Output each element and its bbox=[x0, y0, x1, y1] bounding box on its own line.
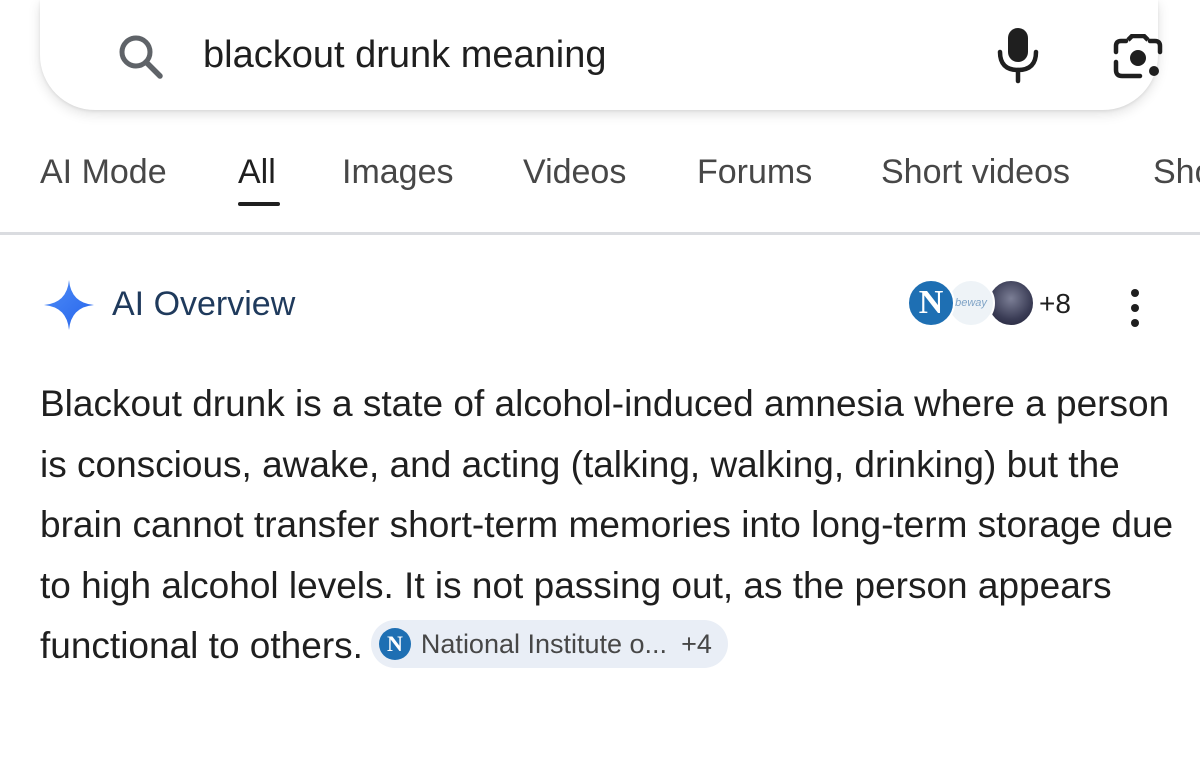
search-query[interactable]: blackout drunk meaning bbox=[203, 28, 606, 82]
tab-images[interactable]: Images bbox=[342, 152, 454, 192]
more-options-icon[interactable] bbox=[1122, 285, 1148, 331]
microphone-icon[interactable] bbox=[995, 26, 1041, 84]
active-tab-indicator bbox=[238, 202, 280, 206]
tab-videos[interactable]: Videos bbox=[523, 152, 626, 192]
search-tabs: AI Mode All Images Videos Forums Short v… bbox=[0, 136, 1200, 232]
tab-shopping-partial[interactable]: Sho bbox=[1153, 152, 1200, 192]
citation-chip[interactable]: N National Institute o... +4 bbox=[370, 620, 728, 669]
nih-source-icon: N bbox=[378, 628, 411, 661]
more-sources-count[interactable]: +8 bbox=[1039, 288, 1071, 320]
source-avatar-nih[interactable]: N bbox=[907, 279, 955, 327]
search-results-page: blackout drunk meaning AI Mode All Image… bbox=[0, 0, 1200, 768]
tab-short-videos[interactable]: Short videos bbox=[881, 152, 1070, 192]
ai-sparkle-icon bbox=[44, 280, 94, 330]
ai-overview-text-block: Blackout drunk is a state of alcohol-ind… bbox=[40, 374, 1180, 677]
ai-overview-title: AI Overview bbox=[112, 285, 296, 323]
tabs-divider bbox=[0, 232, 1200, 235]
citation-label: National Institute o... bbox=[420, 629, 668, 660]
tab-ai-mode[interactable]: AI Mode bbox=[40, 152, 167, 192]
citation-count: +4 bbox=[681, 629, 712, 660]
source-avatar-logo-text: beway bbox=[955, 297, 987, 309]
source-avatar-letter: N bbox=[918, 284, 944, 321]
google-lens-icon[interactable] bbox=[1112, 34, 1164, 80]
tab-all[interactable]: All bbox=[238, 152, 276, 192]
search-bar[interactable]: blackout drunk meaning bbox=[40, 0, 1163, 110]
source-avatars[interactable]: N beway bbox=[907, 279, 1037, 331]
search-icon[interactable] bbox=[116, 32, 166, 82]
tab-forums[interactable]: Forums bbox=[697, 152, 812, 192]
chip-icon-letter: N bbox=[386, 630, 403, 656]
